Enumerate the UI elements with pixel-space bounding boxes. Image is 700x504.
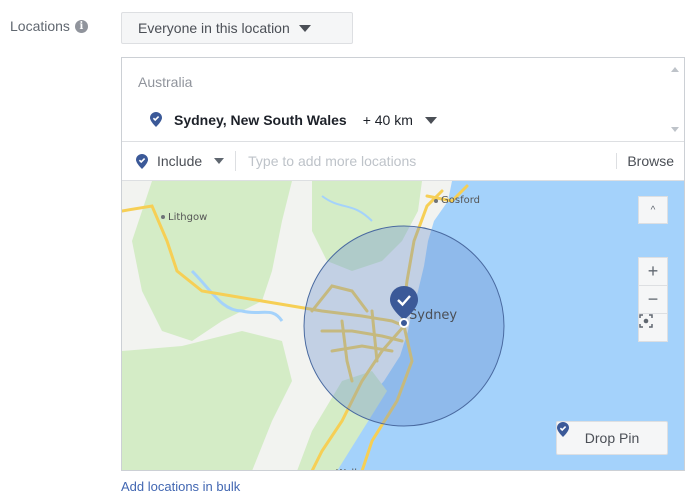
map-label-lithgow: Lithgow (168, 212, 207, 223)
info-icon[interactable]: i (74, 19, 88, 33)
drop-pin-button[interactable]: Drop Pin (556, 421, 668, 455)
plus-icon: + (647, 261, 659, 281)
location-selector: Australia Sydney, New South Wales + 40 k… (121, 57, 685, 471)
include-mode-label: Include (157, 153, 203, 169)
location-search-input[interactable] (246, 152, 591, 170)
chevron-up-icon: ^ (650, 204, 656, 216)
recenter-button[interactable] (638, 313, 668, 342)
browse-button[interactable]: Browse (616, 153, 684, 169)
locations-label: Locations i (10, 18, 88, 34)
map-view[interactable]: Lithgow Gosford Sydney Wollongong ^ + − (122, 181, 684, 470)
country-group-label: Australia (138, 74, 193, 90)
include-exclude-dropdown[interactable]: Include (122, 153, 225, 169)
list-scrollbar[interactable] (666, 58, 684, 141)
scroll-down-icon[interactable] (671, 127, 679, 132)
map-label-wollongong: Wollongong (336, 468, 395, 470)
zoom-out-button[interactable]: − (638, 285, 668, 314)
locations-label-text: Locations (10, 18, 70, 34)
map-collapse-button[interactable]: ^ (638, 196, 668, 224)
map-label-sydney: Sydney (409, 308, 457, 323)
radius-chevron-down-icon[interactable] (424, 116, 437, 124)
lithgow-dot (161, 215, 165, 219)
location-pin-icon (136, 153, 148, 169)
minus-icon: − (647, 289, 659, 309)
location-pin-icon (557, 422, 569, 437)
recenter-icon (639, 314, 653, 328)
scroll-up-icon[interactable] (671, 67, 679, 72)
radius-value[interactable]: + 40 km (363, 112, 413, 128)
divider (235, 151, 237, 171)
map-label-gosford: Gosford (441, 195, 480, 206)
drop-pin-label: Drop Pin (584, 430, 640, 446)
chevron-down-icon (298, 24, 311, 32)
location-name: Sydney, New South Wales (174, 112, 347, 128)
add-locations-in-bulk-link[interactable]: Add locations in bulk (121, 479, 240, 494)
audience-type-dropdown[interactable]: Everyone in this location (121, 12, 353, 44)
gosford-dot (434, 199, 438, 203)
chevron-down-icon (214, 158, 225, 164)
location-pin-icon (150, 111, 162, 127)
zoom-in-button[interactable]: + (638, 257, 668, 286)
selected-locations-list: Australia Sydney, New South Wales + 40 k… (122, 58, 684, 142)
audience-type-value: Everyone in this location (138, 20, 290, 36)
add-location-row: Include Browse (122, 142, 684, 181)
selected-location-item[interactable]: Sydney, New South Wales + 40 km (150, 111, 437, 128)
